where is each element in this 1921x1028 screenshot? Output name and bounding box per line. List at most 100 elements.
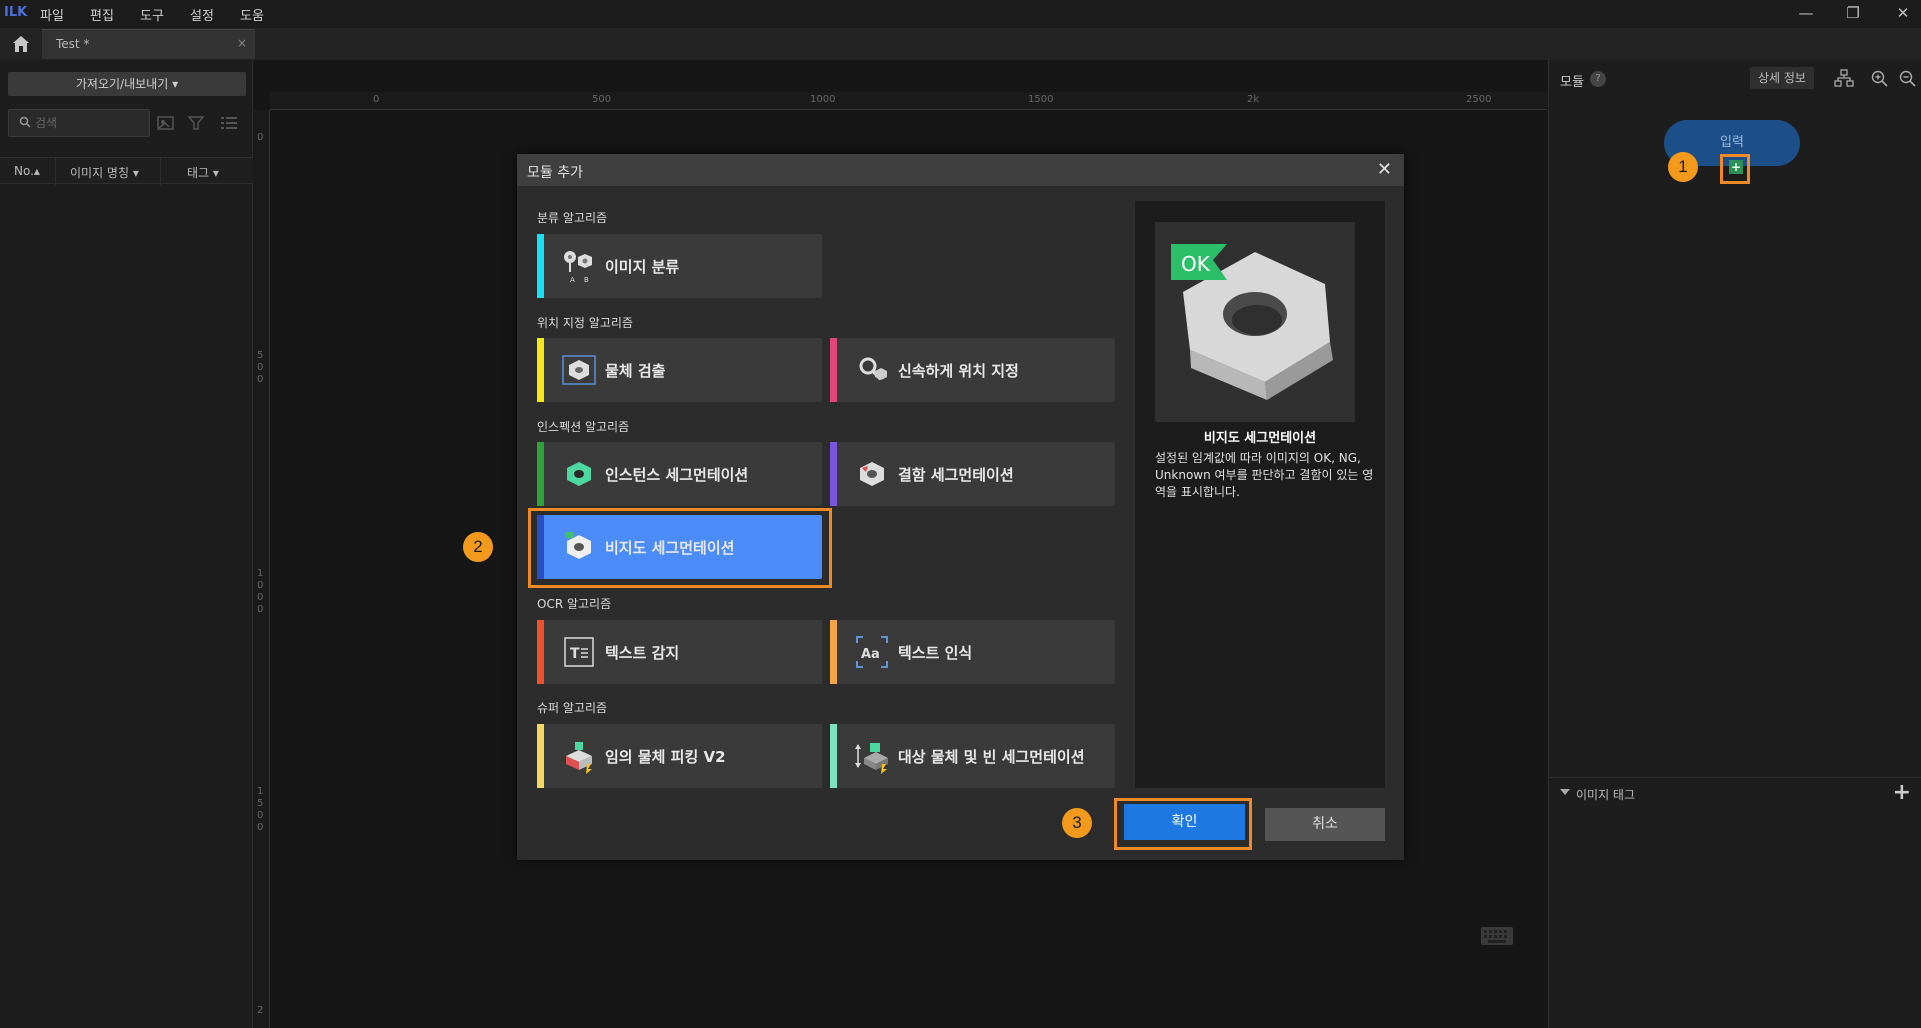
confirm-button[interactable]: 확인 (1124, 804, 1245, 840)
dialog-close-icon[interactable]: ✕ (1377, 159, 1392, 180)
card-accent (830, 338, 837, 402)
image-settings-icon[interactable] (156, 113, 178, 133)
preview-title: 비지도 세그먼테이션 (1203, 431, 1317, 446)
card-accent (537, 515, 544, 579)
card-accent (537, 338, 544, 402)
text-detection-icon: T (564, 637, 594, 667)
picking-icon (566, 742, 592, 774)
search-input[interactable] (35, 114, 145, 132)
card-accent (830, 442, 837, 506)
input-node-label: 입력 (1720, 135, 1744, 150)
ruler-tick: 1 5 0 0 (257, 786, 264, 833)
filter-icon[interactable] (186, 113, 208, 133)
menu-help[interactable]: 도움 (240, 5, 264, 24)
import-export-button[interactable]: 가져오기/내보내기 ▾ (8, 72, 246, 96)
preview-image: OK (1155, 222, 1355, 422)
image-tag-section[interactable]: 이미지 태그 + (1548, 777, 1921, 807)
card-label: 텍스트 인식 (898, 644, 973, 662)
module-panel-header: 모듈 ? 상세 정보 (1548, 64, 1921, 94)
card-accent (537, 234, 544, 298)
card-accent (537, 442, 544, 506)
preview-panel: OK 비지도 세그먼테이션 설정된 임계값에 따라 이미지의 OK, NG, U… (1135, 201, 1385, 788)
app-logo: ILK (4, 5, 28, 20)
card-text-detection[interactable]: T 텍스트 감지 (537, 620, 822, 684)
object-bin-segmentation-icon (855, 743, 888, 774)
ruler-tick: 1500 (1028, 94, 1054, 105)
menu-tools[interactable]: 도구 (140, 5, 164, 24)
home-icon[interactable] (10, 34, 32, 54)
zoom-out-icon[interactable] (1898, 69, 1918, 87)
keyboard-icon[interactable] (1480, 925, 1514, 947)
hex-nut-icon: OK (1171, 244, 1333, 400)
minimize-icon[interactable]: — (1796, 4, 1816, 22)
column-image-name[interactable]: 이미지 명칭 ▾ (70, 164, 139, 181)
section-inspection: 인스펙션 알고리즘 (537, 420, 630, 434)
card-fast-positioning[interactable]: 신속하게 위치 지정 (830, 338, 1115, 402)
menu-edit[interactable]: 편집 (90, 5, 114, 24)
defect-segmentation-icon (860, 462, 884, 486)
preview-description: 설정된 임계값에 따라 이미지의 OK, NG, Unknown 여부를 판단하… (1155, 451, 1374, 499)
text-recognition-icon: Aa (856, 636, 888, 668)
ruler-horizontal: 0 500 1000 1500 2k 2500 (270, 92, 1547, 110)
card-label: 물체 검출 (605, 362, 666, 380)
section-classification: 분류 알고리즘 (537, 211, 608, 225)
svg-text:B: B (584, 276, 589, 284)
list-view-icon[interactable] (218, 113, 240, 133)
search-icon (19, 116, 31, 128)
card-label: 임의 물체 피킹 V2 (605, 748, 726, 766)
card-object-bin-segmentation[interactable]: 대상 물체 및 빈 세그먼테이션 (830, 724, 1115, 788)
hierarchy-icon[interactable] (1834, 69, 1854, 87)
card-accent (537, 620, 544, 684)
card-accent (830, 724, 837, 788)
help-icon[interactable]: ? (1590, 71, 1606, 87)
card-image-classification[interactable]: A B 이미지 분류 (537, 234, 822, 298)
step-badge-1: 1 (1668, 152, 1698, 182)
tab-close-icon[interactable]: × (237, 36, 247, 50)
add-tag-icon[interactable]: + (1893, 780, 1911, 805)
card-label: 텍스트 감지 (605, 644, 680, 662)
image-list-header: No.▴ 이미지 명칭 ▾ 태그 ▾ (0, 157, 253, 185)
details-button[interactable]: 상세 정보 (1750, 67, 1814, 89)
card-picking-v2[interactable]: 임의 물체 피킹 V2 (537, 724, 822, 788)
card-accent (830, 620, 837, 684)
tab-test[interactable]: Test * × (42, 29, 255, 59)
ruler-tick: 0 (373, 94, 380, 105)
card-label: 신속하게 위치 지정 (898, 362, 1019, 380)
module-panel-title: 모듈 (1560, 75, 1584, 90)
image-classification-icon: A B (564, 251, 592, 284)
close-window-icon[interactable]: ✕ (1893, 4, 1913, 22)
column-tag[interactable]: 태그 ▾ (187, 164, 219, 181)
add-module-icon[interactable]: + (1729, 160, 1743, 174)
search-box[interactable] (8, 109, 150, 137)
step-badge-3: 3 (1062, 808, 1092, 838)
ruler-tick: 2 (257, 1005, 264, 1016)
menu-settings[interactable]: 설정 (190, 5, 214, 24)
column-no[interactable]: No.▴ (14, 164, 40, 178)
cancel-button[interactable]: 취소 (1265, 808, 1385, 841)
ruler-tick: 500 (592, 94, 612, 105)
image-tag-label: 이미지 태그 (1576, 788, 1636, 802)
menu-file[interactable]: 파일 (40, 5, 64, 24)
tab-bar (0, 28, 1921, 60)
tab-label: Test * (56, 37, 90, 51)
column-divider (55, 158, 56, 185)
restore-icon[interactable]: ❐ (1843, 4, 1863, 22)
ruler-tick: 2500 (1466, 94, 1492, 105)
right-panel (1548, 60, 1921, 1028)
ruler-tick: 2k (1247, 94, 1260, 105)
ruler-vertical: 0 5 0 0 1 0 0 0 1 5 0 0 2 (254, 110, 270, 1028)
card-label: 결함 세그먼테이션 (898, 466, 1014, 484)
card-accent (537, 724, 544, 788)
dialog-title: 모듈 추가 (527, 165, 583, 181)
unsupervised-segmentation-icon (565, 532, 591, 559)
zoom-in-icon[interactable] (1870, 69, 1890, 87)
ruler-tick: 1000 (810, 94, 836, 105)
card-label: 인스턴스 세그먼테이션 (605, 466, 749, 484)
card-defect-segmentation[interactable]: 결함 세그먼테이션 (830, 442, 1115, 506)
add-module-highlight[interactable]: + (1720, 154, 1750, 184)
card-unsupervised-segmentation[interactable]: 비지도 세그먼테이션 (537, 515, 822, 579)
collapse-arrow-icon[interactable] (1560, 789, 1570, 795)
card-object-detection[interactable]: 물체 검출 (537, 338, 822, 402)
card-instance-segmentation[interactable]: 인스턴스 세그먼테이션 (537, 442, 822, 506)
card-text-recognition[interactable]: Aa 텍스트 인식 (830, 620, 1115, 684)
